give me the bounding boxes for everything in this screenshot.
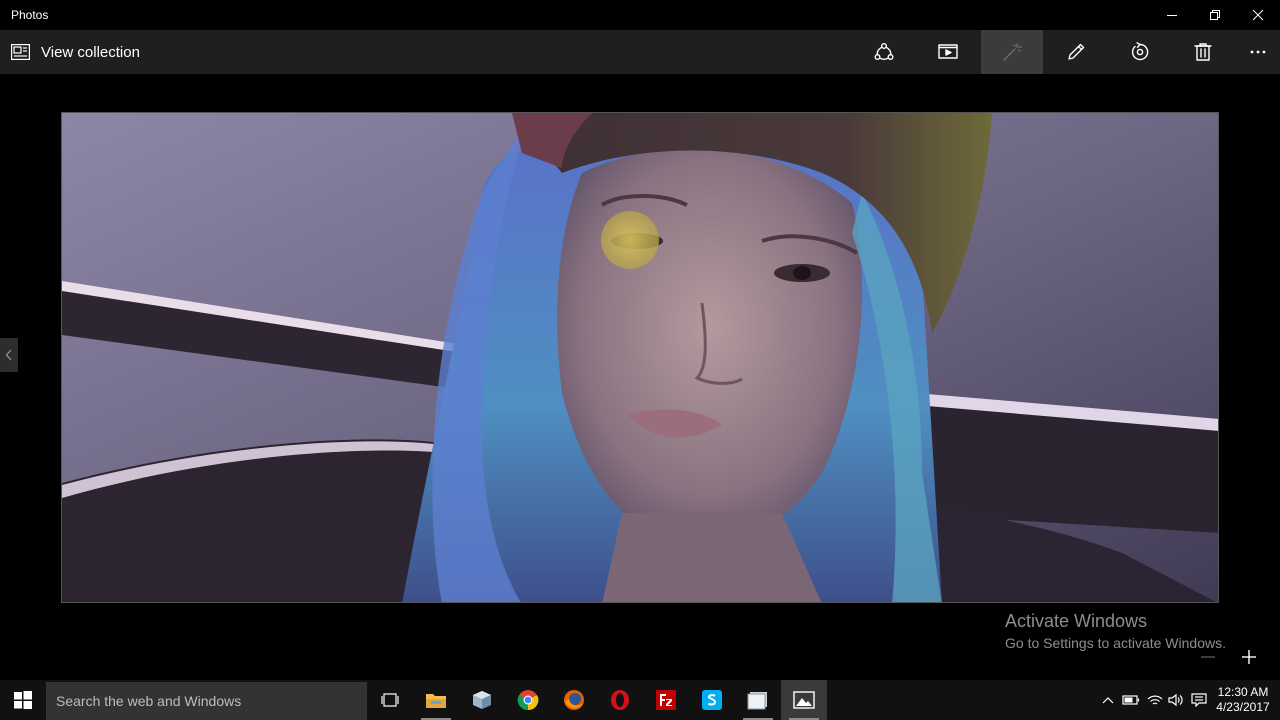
start-button[interactable]: [0, 680, 46, 720]
network-tray-button[interactable]: [1144, 680, 1166, 720]
restore-button[interactable]: [1193, 0, 1237, 30]
restore-icon: [1210, 10, 1220, 20]
battery-tray-button[interactable]: [1120, 680, 1142, 720]
notification-icon: [1191, 693, 1207, 707]
system-clock[interactable]: 12:30 AM 4/23/2017: [1213, 685, 1273, 715]
portrait-image: [62, 113, 1218, 602]
collection-icon: [11, 44, 30, 60]
show-hidden-icons-button[interactable]: [1098, 680, 1118, 720]
action-center-button[interactable]: [1187, 680, 1211, 720]
close-icon: [1252, 9, 1264, 21]
edit-button[interactable]: [1045, 30, 1107, 74]
document-app-icon: [747, 692, 767, 710]
more-icon: [1250, 50, 1266, 54]
minimize-icon: [1167, 15, 1177, 16]
chrome-icon: [517, 690, 539, 711]
skype-icon: [702, 690, 722, 710]
chevron-up-icon: [1102, 697, 1114, 704]
share-button[interactable]: [853, 30, 915, 74]
clock-date: 4/23/2017: [1216, 700, 1270, 714]
slideshow-button[interactable]: [917, 30, 979, 74]
photos-app-button[interactable]: [781, 680, 827, 720]
zoom-out-button[interactable]: [1196, 647, 1220, 667]
slideshow-icon: [938, 44, 958, 59]
clock-time: 12:30 AM: [1217, 685, 1269, 699]
delete-icon: [1194, 43, 1212, 61]
skype-button[interactable]: [689, 680, 735, 720]
speaker-icon: [1168, 693, 1183, 707]
firefox-button[interactable]: [551, 680, 597, 720]
edit-icon: [1068, 43, 1085, 60]
photos-app-window: Photos View collection Activate Windows …: [0, 0, 1280, 680]
filezilla-button[interactable]: [643, 680, 689, 720]
more-button[interactable]: [1227, 30, 1280, 74]
watermark-title: Activate Windows: [1005, 611, 1148, 631]
window-title: Photos: [11, 8, 49, 22]
command-bar: View collection: [0, 30, 1280, 74]
minus-icon: [1201, 656, 1215, 658]
delete-button[interactable]: [1172, 30, 1234, 74]
task-view-button[interactable]: [367, 680, 413, 720]
previous-photo-button[interactable]: [0, 338, 18, 372]
box-app-button[interactable]: [459, 680, 505, 720]
view-collection-button[interactable]: View collection: [0, 30, 140, 74]
opera-icon: [611, 690, 629, 710]
rotate-button[interactable]: [1109, 30, 1171, 74]
watermark-subtitle: Go to Settings to activate Windows.: [1005, 635, 1226, 651]
taskbar: Search the web and Windows 12:30 AM 4/23…: [0, 680, 1280, 720]
zoom-in-button[interactable]: [1237, 647, 1261, 667]
opera-button[interactable]: [597, 680, 643, 720]
minimize-button[interactable]: [1150, 0, 1194, 30]
windows-logo-icon: [14, 691, 32, 709]
document-app-button[interactable]: [735, 680, 781, 720]
task-view-icon: [381, 693, 399, 707]
wifi-icon: [1147, 695, 1163, 705]
share-icon: [874, 43, 894, 60]
search-box[interactable]: Search the web and Windows: [46, 682, 367, 720]
close-button[interactable]: [1236, 0, 1280, 30]
title-bar: Photos: [0, 0, 1280, 30]
rotate-icon: [1131, 42, 1149, 61]
enhance-button[interactable]: [981, 30, 1043, 74]
enhance-icon: [1003, 43, 1022, 61]
search-placeholder: Search the web and Windows: [56, 693, 242, 709]
view-collection-label: View collection: [41, 43, 140, 61]
photo-view[interactable]: [61, 112, 1219, 603]
photos-app-icon: [793, 691, 815, 709]
chrome-button[interactable]: [505, 680, 551, 720]
volume-tray-button[interactable]: [1165, 680, 1187, 720]
box-app-icon: [473, 691, 491, 709]
firefox-icon: [564, 690, 584, 710]
filezilla-icon: [656, 690, 676, 710]
battery-icon: [1122, 695, 1140, 705]
plus-icon: [1242, 650, 1256, 664]
file-explorer-icon: [426, 694, 446, 708]
activate-windows-watermark: Activate Windows Go to Settings to activ…: [1005, 611, 1226, 651]
chevron-left-icon: [5, 349, 12, 361]
file-explorer-button[interactable]: [413, 680, 459, 720]
